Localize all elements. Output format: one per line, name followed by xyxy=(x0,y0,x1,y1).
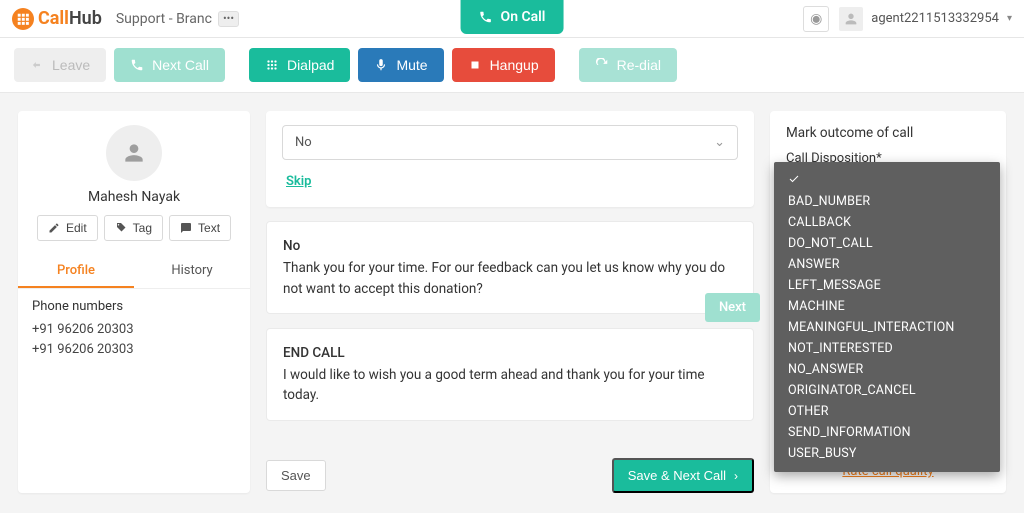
disposition-option[interactable]: BAD_NUMBER xyxy=(774,191,1000,212)
dropdown-selected-blank[interactable] xyxy=(774,170,1000,191)
brand-suffix: Hub xyxy=(69,8,102,29)
pencil-icon xyxy=(48,222,60,234)
tab-profile[interactable]: Profile xyxy=(18,255,134,288)
save-button[interactable]: Save xyxy=(266,460,326,491)
answer-select[interactable]: No ⌄ xyxy=(282,125,738,160)
script-panel: No ⌄ Skip No Thank you for your time. Fo… xyxy=(266,111,754,493)
username: agent2211513332954 xyxy=(871,11,999,26)
chevron-down-icon: ⌄ xyxy=(714,135,725,150)
mute-button[interactable]: Mute xyxy=(358,48,443,82)
redial-button[interactable]: Re-dial xyxy=(579,48,677,82)
chevron-right-icon: › xyxy=(734,469,738,483)
skip-link[interactable]: Skip xyxy=(282,174,312,189)
disposition-option[interactable]: NOT_INTERESTED xyxy=(774,338,1000,359)
brand-prefix: Call xyxy=(38,8,69,29)
save-next-button[interactable]: Save & Next Call › xyxy=(612,458,754,493)
script-block: No Thank you for your time. For our feed… xyxy=(266,221,754,314)
script-block-body: I would like to wish you a good term ahe… xyxy=(283,365,737,406)
globe-icon[interactable]: ◉ xyxy=(803,6,829,32)
script-block-title: END CALL xyxy=(283,343,737,363)
disposition-option[interactable]: USER_BUSY xyxy=(774,443,1000,464)
call-toolbar: Leave Next Call Dialpad Mute Hangup Re-d… xyxy=(0,38,1024,93)
script-footer: Save Save & Next Call › xyxy=(266,458,754,493)
tag-icon xyxy=(115,222,127,234)
user-menu[interactable]: agent2211513332954 ▾ xyxy=(839,7,1012,31)
person-icon xyxy=(121,140,147,166)
topbar: CallHub Support - Branc ••• On Call ◉ ag… xyxy=(0,0,1024,38)
on-call-badge: On Call xyxy=(461,0,564,34)
stop-icon xyxy=(468,58,482,72)
disposition-option[interactable]: ORIGINATOR_CANCEL xyxy=(774,380,1000,401)
disposition-option[interactable]: DO_NOT_CALL xyxy=(774,233,1000,254)
text-button[interactable]: Text xyxy=(169,215,231,241)
phone-number: +91 96206 20303 xyxy=(32,340,236,360)
disposition-option[interactable]: MEANINGFUL_INTERACTION xyxy=(774,317,1000,338)
disposition-option[interactable]: ANSWER xyxy=(774,254,1000,275)
chat-icon xyxy=(180,222,192,234)
tag-button[interactable]: Tag xyxy=(104,215,163,241)
contact-name: Mahesh Nayak xyxy=(18,189,250,205)
dialpad-icon xyxy=(265,58,279,72)
phone-number: +91 96206 20303 xyxy=(32,320,236,340)
script-block-title: No xyxy=(283,236,737,256)
phones-header: Phone numbers xyxy=(32,299,236,314)
phone-icon xyxy=(479,10,493,24)
redo-icon xyxy=(595,58,609,72)
contact-avatar xyxy=(106,125,162,181)
disposition-option[interactable]: OTHER xyxy=(774,401,1000,422)
disposition-option[interactable]: MACHINE xyxy=(774,296,1000,317)
phones-section: Phone numbers +91 96206 20303 +91 96206 … xyxy=(18,289,250,370)
outcome-header: Mark outcome of call xyxy=(786,125,990,141)
disposition-option[interactable]: CALLBACK xyxy=(774,212,1000,233)
disposition-option[interactable]: LEFT_MESSAGE xyxy=(774,275,1000,296)
disposition-option[interactable]: SEND_INFORMATION xyxy=(774,422,1000,443)
hangup-button[interactable]: Hangup xyxy=(452,48,555,82)
script-block: END CALL I would like to wish you a good… xyxy=(266,328,754,421)
logo: CallHub xyxy=(12,8,102,30)
leave-button[interactable]: Leave xyxy=(14,48,106,82)
chevron-down-icon: ▾ xyxy=(1007,13,1012,24)
disposition-option[interactable]: NO_ANSWER xyxy=(774,359,1000,380)
contact-panel: Mahesh Nayak Edit Tag Text Profile Histo… xyxy=(18,111,250,493)
campaign-name: Support - Branc ••• xyxy=(116,11,239,27)
ellipsis-icon[interactable]: ••• xyxy=(218,11,239,27)
leave-icon xyxy=(30,58,44,72)
tab-history[interactable]: History xyxy=(134,255,250,288)
next-button[interactable]: Next xyxy=(705,293,760,322)
logo-icon xyxy=(12,8,34,30)
dialpad-button[interactable]: Dialpad xyxy=(249,48,350,82)
script-block-body: Thank you for your time. For our feedbac… xyxy=(283,258,737,299)
disposition-dropdown[interactable]: BAD_NUMBERCALLBACKDO_NOT_CALLANSWERLEFT_… xyxy=(774,162,1000,472)
next-call-button[interactable]: Next Call xyxy=(114,48,225,82)
edit-button[interactable]: Edit xyxy=(37,215,98,241)
phone-icon xyxy=(130,58,144,72)
avatar-icon xyxy=(839,7,863,31)
profile-tabs: Profile History xyxy=(18,255,250,289)
check-icon xyxy=(788,173,800,185)
mic-icon xyxy=(374,58,388,72)
